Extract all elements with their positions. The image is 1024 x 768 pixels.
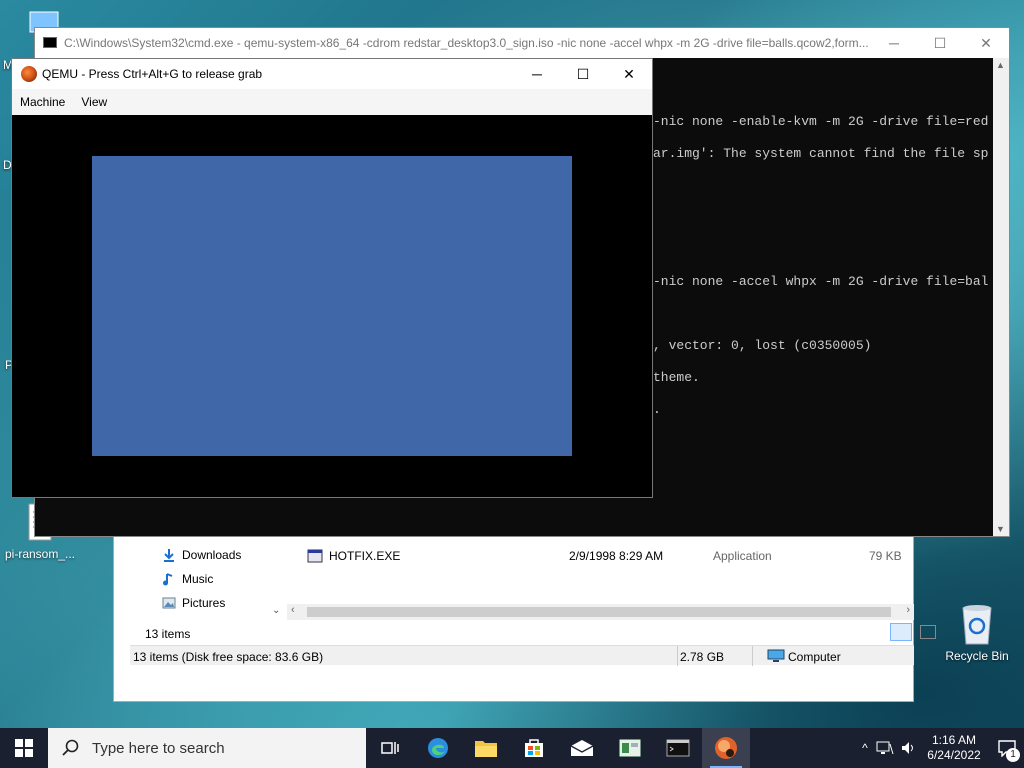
nav-item-label: Downloads — [182, 548, 242, 562]
scroll-right-icon[interactable]: › — [906, 604, 910, 616]
task-view-button[interactable] — [366, 728, 414, 768]
console-line: -nic none -accel whpx -m 2G -drive file=… — [653, 274, 989, 289]
console-line: . — [653, 402, 661, 417]
minimize-button[interactable]: ─ — [871, 28, 917, 58]
taskbar-file-explorer[interactable] — [462, 728, 510, 768]
download-arrow-icon — [164, 549, 174, 562]
scroll-down-icon[interactable]: ▼ — [996, 524, 1005, 534]
cmd-app-icon — [43, 37, 57, 48]
network-icon[interactable] — [876, 740, 894, 756]
cmd-console-output: -nic none -enable-kvm -m 2G -drive file=… — [653, 106, 988, 426]
scroll-left-icon[interactable]: ‹ — [291, 604, 295, 616]
menu-machine[interactable]: Machine — [12, 95, 73, 109]
computer-icon — [767, 649, 785, 662]
nav-item-downloads[interactable]: Downloads — [130, 543, 272, 567]
menu-view[interactable]: View — [73, 95, 115, 109]
scrollbar-thumb[interactable] — [307, 607, 891, 617]
volume-icon[interactable] — [900, 740, 918, 756]
file-type: Application — [713, 549, 772, 563]
details-view-icon[interactable] — [890, 623, 912, 641]
search-icon — [62, 739, 79, 756]
taskbar-mail[interactable] — [558, 728, 606, 768]
qemu-icon — [715, 737, 737, 759]
status-left: 13 items (Disk free space: 83.6 GB) — [133, 650, 324, 664]
items-count: 13 items — [145, 627, 191, 641]
console-line: theme. — [653, 370, 700, 385]
status-location: Computer — [788, 650, 841, 664]
horizontal-scrollbar[interactable]: ‹ › — [287, 604, 914, 620]
scroll-up-icon[interactable]: ▲ — [996, 60, 1005, 70]
close-button[interactable]: ✕ — [606, 59, 652, 89]
close-button[interactable]: ✕ — [963, 28, 1009, 58]
exe-file-icon — [307, 549, 323, 563]
folder-icon — [475, 741, 497, 757]
taskbar-edge[interactable] — [414, 728, 462, 768]
file-row[interactable]: HOTFIX.EXE 2/9/1998 8:29 AM Application … — [307, 546, 907, 566]
cmd-title-bar[interactable]: C:\Windows\System32\cmd.exe - qemu-syste… — [35, 28, 1009, 58]
taskbar-store[interactable] — [510, 728, 558, 768]
large-icons-view-icon[interactable] — [920, 625, 936, 639]
store-bag-icon — [525, 739, 543, 757]
explorer-nav-pane: Downloads Music Pictures — [130, 531, 272, 626]
recycle-bin-icon — [962, 605, 992, 645]
taskbar: Type here to search ^ 1:16 AM 6/24/2022 … — [0, 728, 1024, 768]
desktop-icon-label: Recycle Bin — [945, 649, 1009, 663]
notification-badge: 1 — [1006, 748, 1020, 762]
start-button[interactable] — [0, 728, 48, 768]
status-size: 2.78 GB — [680, 650, 725, 664]
minimize-button[interactable]: ─ — [514, 59, 560, 89]
file-date: 2/9/1998 8:29 AM — [569, 549, 664, 563]
status-bar: 13 items (Disk free space: 83.6 GB) 2.78… — [130, 645, 914, 666]
task-view-icon — [381, 742, 399, 754]
status-divider — [677, 646, 678, 666]
file-name: HOTFIX.EXE — [329, 549, 401, 563]
file-size: 79 KB — [869, 549, 902, 563]
edge-icon — [428, 738, 448, 758]
cmd-title-text: C:\Windows\System32\cmd.exe - qemu-syste… — [64, 36, 869, 50]
qemu-window[interactable]: QEMU - Press Ctrl+Alt+G to release grab … — [11, 58, 653, 498]
clock-date: 6/24/2022 — [927, 748, 981, 762]
music-note-icon — [163, 573, 173, 586]
taskbar-control-panel[interactable] — [606, 728, 654, 768]
clock[interactable]: 1:16 AM 6/24/2022 — [918, 733, 990, 763]
window-app-icon — [619, 739, 641, 757]
system-tray: ^ 1:16 AM 6/24/2022 1 — [854, 728, 1024, 768]
qemu-menu-bar: Machine View — [12, 89, 652, 115]
maximize-button[interactable]: ☐ — [560, 59, 606, 89]
command-prompt-icon — [666, 739, 690, 757]
status-divider — [752, 646, 753, 666]
taskbar-qemu[interactable] — [702, 728, 750, 768]
action-center-button[interactable]: 1 — [990, 728, 1024, 768]
desktop-icon-label: pi-ransom_... — [4, 547, 76, 561]
taskbar-cmd[interactable] — [654, 728, 702, 768]
nav-item-pictures[interactable]: Pictures — [130, 591, 272, 615]
pictures-icon — [162, 597, 176, 609]
qemu-title-text: QEMU - Press Ctrl+Alt+G to release grab — [42, 67, 263, 81]
nav-scroll-down-icon[interactable]: ⌄ — [272, 605, 280, 616]
vm-display[interactable] — [92, 156, 572, 456]
console-line: , vector: 0, lost (c0350005) — [653, 338, 872, 353]
console-line: ar.img': The system cannot find the file… — [653, 146, 989, 161]
show-hidden-icons-chevron-icon[interactable]: ^ — [854, 741, 876, 755]
qemu-app-icon — [21, 66, 37, 82]
nav-item-music[interactable]: Music — [130, 567, 272, 591]
windows-logo-icon — [15, 739, 33, 757]
console-line: -nic none -enable-kvm -m 2G -drive file=… — [653, 114, 989, 129]
nav-item-label: Pictures — [182, 596, 226, 610]
maximize-button[interactable]: ☐ — [917, 28, 963, 58]
desktop-icon-recycle-bin[interactable]: Recycle Bin — [938, 600, 1016, 663]
nav-item-label: Music — [182, 572, 214, 586]
qemu-title-bar[interactable]: QEMU - Press Ctrl+Alt+G to release grab … — [12, 59, 652, 89]
items-count-bar: 13 items — [130, 623, 936, 643]
taskbar-search-box[interactable]: Type here to search — [48, 728, 366, 768]
mail-icon — [570, 740, 594, 756]
clock-time: 1:16 AM — [931, 733, 977, 747]
cmd-vertical-scrollbar[interactable]: ▲ ▼ — [993, 58, 1009, 536]
search-placeholder: Type here to search — [92, 739, 225, 757]
file-explorer-window[interactable]: Downloads Music Pictures HOTFIX.EXE 2/9/… — [113, 520, 936, 702]
